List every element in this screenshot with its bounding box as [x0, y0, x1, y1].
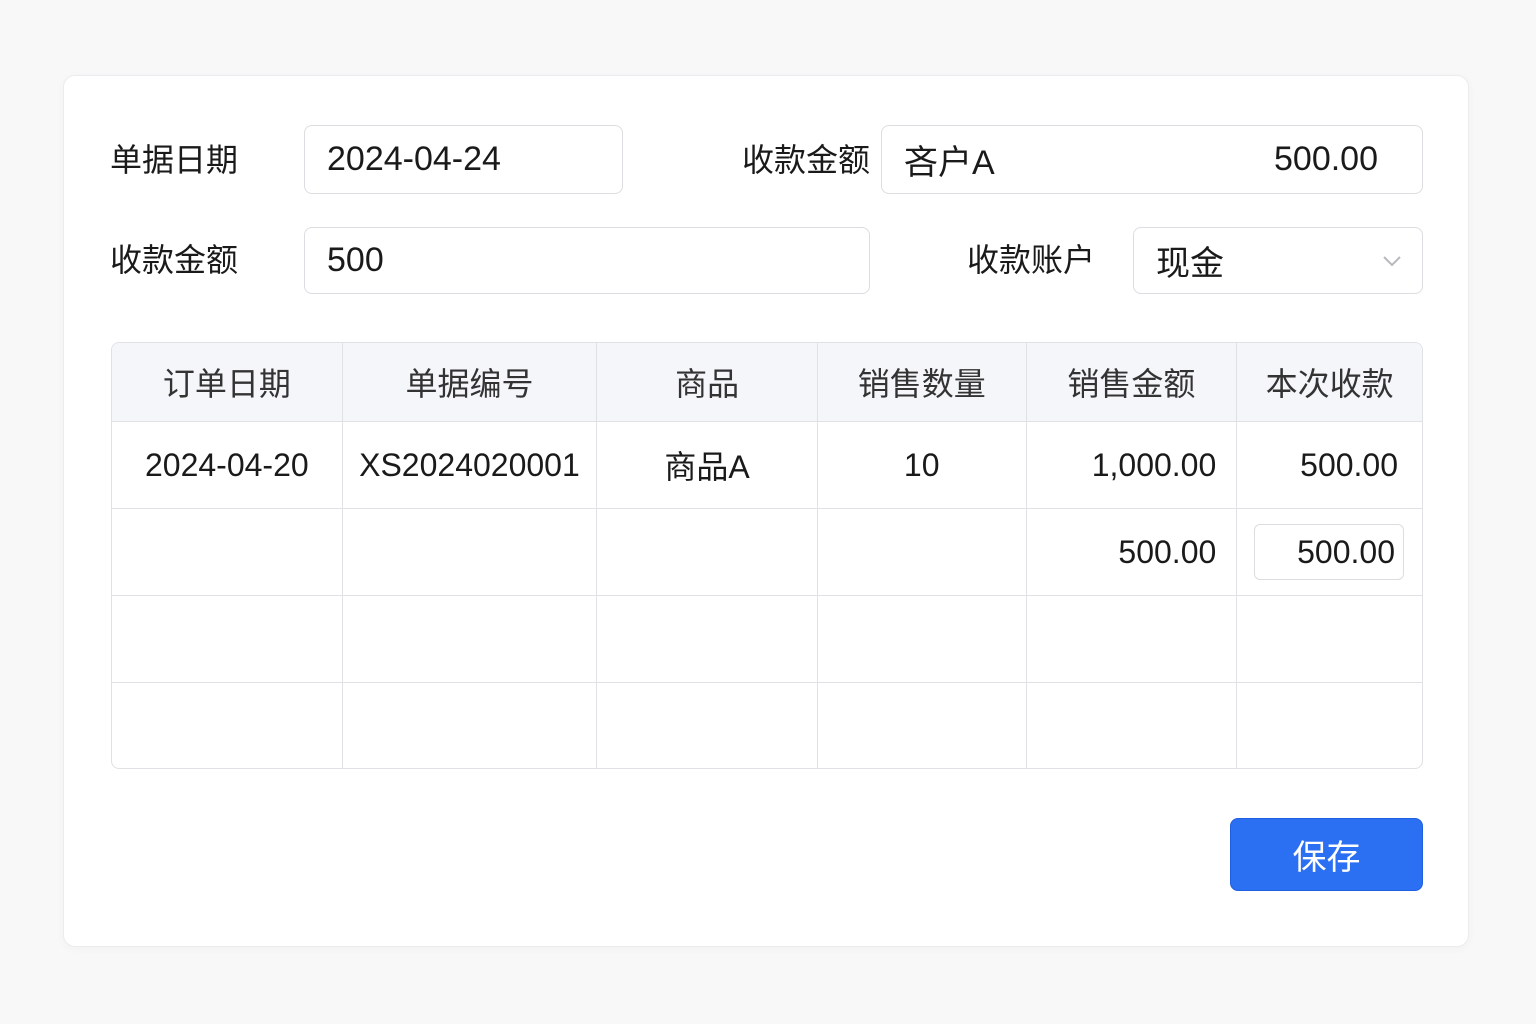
account-select[interactable]: 现金: [1133, 227, 1423, 294]
account-value: 现金: [1156, 245, 1224, 283]
amount-value: 500: [327, 241, 384, 279]
empty-cell: [112, 683, 342, 768]
table-row[interactable]: [112, 595, 1422, 682]
customer-input[interactable]: 吝户A 500.00: [881, 125, 1423, 194]
empty-cell: [341, 683, 597, 768]
doc-number: [341, 509, 597, 595]
customer-name: 吝户A: [904, 144, 995, 182]
table-row[interactable]: 500.00 500.00: [112, 508, 1422, 595]
empty-cell: [596, 683, 817, 768]
empty-cell: [1236, 683, 1422, 768]
empty-cell: [816, 683, 1026, 768]
empty-cell: [1025, 596, 1237, 682]
header-cell: 单据编号: [341, 343, 597, 421]
save-button[interactable]: 保存: [1230, 818, 1423, 891]
quantity: 10: [816, 422, 1026, 508]
header-cell: 订单日期: [162, 366, 291, 402]
table-row[interactable]: 2024-04-20 XS2024020001 商品A 10 1,000.00 …: [112, 421, 1422, 508]
empty-cell: [1236, 596, 1422, 682]
order-date: 2024-04-20: [144, 446, 309, 483]
table-header: 订单日期 单据编号 商品 销售数量 销售金额 本次收款: [112, 343, 1422, 421]
receipt-amount-input[interactable]: 500.00: [1254, 524, 1404, 580]
date-value: 2024-04-24: [327, 140, 501, 178]
chevron-down-icon: [1383, 255, 1401, 266]
empty-cell: [112, 596, 342, 682]
table-row[interactable]: [112, 682, 1422, 768]
quantity: [816, 509, 1026, 595]
header-cell: 销售金额: [1025, 343, 1237, 421]
customer-amount: 500.00: [1274, 140, 1378, 178]
account-label: 收款账户: [967, 242, 1096, 278]
header-cell: 本次收款: [1236, 343, 1422, 421]
orders-table: 订单日期 单据编号 商品 销售数量 销售金额 本次收款 2024-04-20 X…: [111, 342, 1423, 769]
empty-cell: [816, 596, 1026, 682]
sales-amount: 500.00: [1025, 509, 1237, 595]
date-label: 单据日期: [110, 142, 239, 178]
amount-label: 收款金额: [110, 242, 239, 278]
amount-input[interactable]: 500: [304, 227, 870, 294]
product: 商品A: [596, 422, 817, 508]
empty-cell: [1025, 683, 1237, 768]
sales-amount: 1,000.00: [1025, 422, 1237, 508]
empty-cell: [341, 596, 597, 682]
receipt-amount: 500.00: [1236, 422, 1422, 508]
date-input[interactable]: 2024-04-24: [304, 125, 623, 194]
header-cell: 商品: [596, 343, 817, 421]
header-cell: 销售数量: [816, 343, 1026, 421]
customer-label: 收款金额: [742, 142, 871, 178]
receipt-amount-cell: 500.00: [1236, 509, 1422, 595]
product: [596, 509, 817, 595]
empty-cell: [596, 596, 817, 682]
doc-number: XS2024020001: [341, 422, 597, 508]
order-date: [112, 509, 342, 595]
